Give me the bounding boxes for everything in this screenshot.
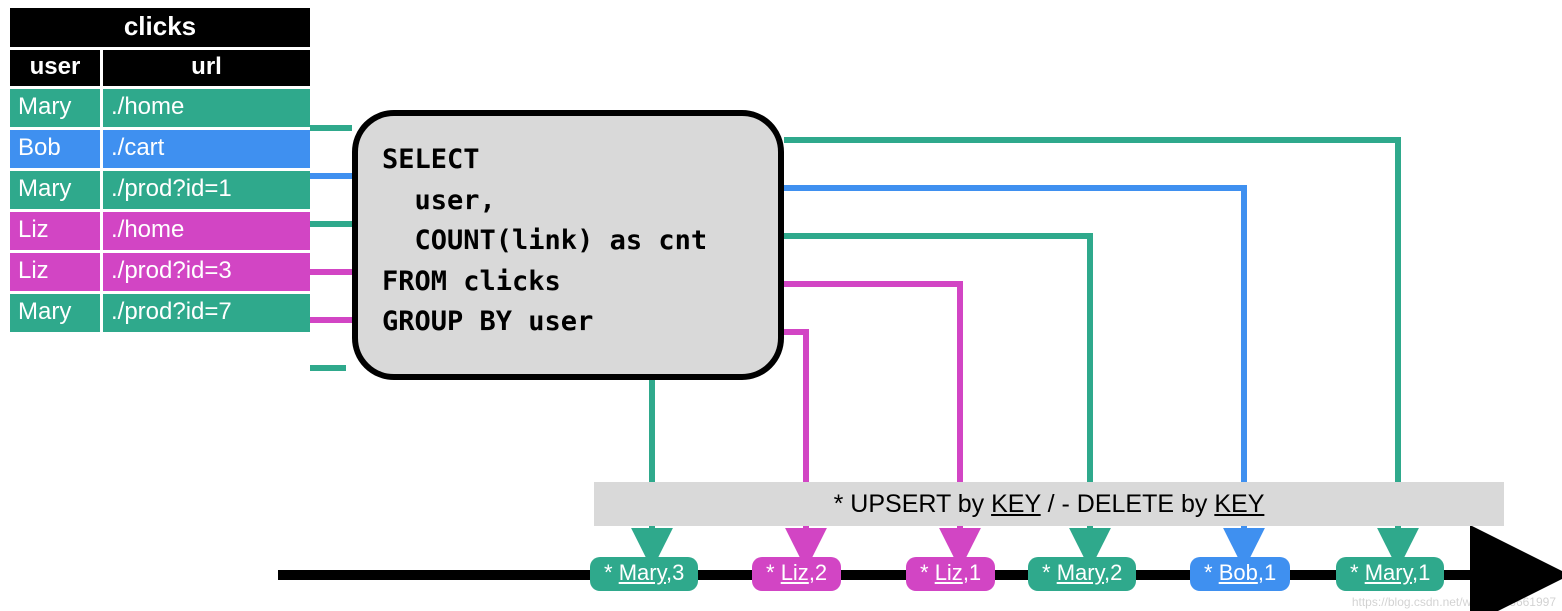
timeline-pill-bob-1: * Bob,1 [1190, 557, 1290, 591]
cell-user: Liz [10, 253, 100, 291]
col-header-user: user [10, 50, 100, 86]
timeline-pill-mary-3: * Mary,3 [590, 557, 698, 591]
table-title: clicks [10, 8, 310, 50]
timeline-pill-mary-2: * Mary,2 [1028, 557, 1136, 591]
upsert-prefix: * UPSERT by [834, 490, 991, 518]
cell-url: ./home [103, 212, 310, 250]
cell-url: ./prod?id=7 [103, 294, 310, 332]
cell-user: Mary [10, 171, 100, 209]
pill-prefix: * [766, 560, 781, 585]
cell-user: Mary [10, 89, 100, 127]
pill-name: Liz [781, 560, 809, 585]
clicks-table: clicks user url Mary ./home Bob ./cart M… [10, 8, 310, 332]
cell-url: ./cart [103, 130, 310, 168]
pill-prefix: * [1204, 560, 1219, 585]
pill-prefix: * [1042, 560, 1057, 585]
pill-name: Mary [1057, 560, 1104, 585]
pill-name: Liz [935, 560, 963, 585]
delete-mid: / - DELETE by [1041, 490, 1215, 518]
pill-name: Mary [619, 560, 666, 585]
table-row: Liz ./prod?id=3 [10, 253, 310, 291]
pill-name: Bob [1219, 560, 1258, 585]
pill-rest: ,2 [809, 560, 827, 585]
diagram-stage: clicks user url Mary ./home Bob ./cart M… [0, 0, 1562, 611]
table-row: Mary ./home [10, 89, 310, 127]
cell-url: ./prod?id=1 [103, 171, 310, 209]
upsert-legend: * UPSERT by KEY / - DELETE by KEY [594, 482, 1504, 526]
delete-key: KEY [1214, 490, 1264, 518]
pill-prefix: * [604, 560, 619, 585]
cell-user: Mary [10, 294, 100, 332]
table-row: Mary ./prod?id=7 [10, 294, 310, 332]
pill-prefix: * [920, 560, 935, 585]
table-row: Mary ./prod?id=1 [10, 171, 310, 209]
pill-rest: ,1 [963, 560, 981, 585]
timeline-pill-mary-1: * Mary,1 [1336, 557, 1444, 591]
cell-user: Bob [10, 130, 100, 168]
timeline-pill-liz-1: * Liz,1 [906, 557, 995, 591]
pill-rest: ,2 [1104, 560, 1122, 585]
watermark: https://blog.csdn.net/weixin_43661997 [1352, 595, 1556, 609]
cell-url: ./home [103, 89, 310, 127]
cell-user: Liz [10, 212, 100, 250]
cell-url: ./prod?id=3 [103, 253, 310, 291]
pill-rest: ,1 [1258, 560, 1276, 585]
upsert-key: KEY [991, 490, 1041, 518]
table-header: user url [10, 50, 310, 86]
table-row: Liz ./home [10, 212, 310, 250]
col-header-url: url [103, 50, 310, 86]
pill-prefix: * [1350, 560, 1365, 585]
pill-rest: ,3 [666, 560, 684, 585]
pill-name: Mary [1365, 560, 1412, 585]
table-row: Bob ./cart [10, 130, 310, 168]
pill-rest: ,1 [1412, 560, 1430, 585]
timeline-pill-liz-2: * Liz,2 [752, 557, 841, 591]
sql-query-box: SELECT user, COUNT(link) as cnt FROM cli… [352, 110, 784, 380]
